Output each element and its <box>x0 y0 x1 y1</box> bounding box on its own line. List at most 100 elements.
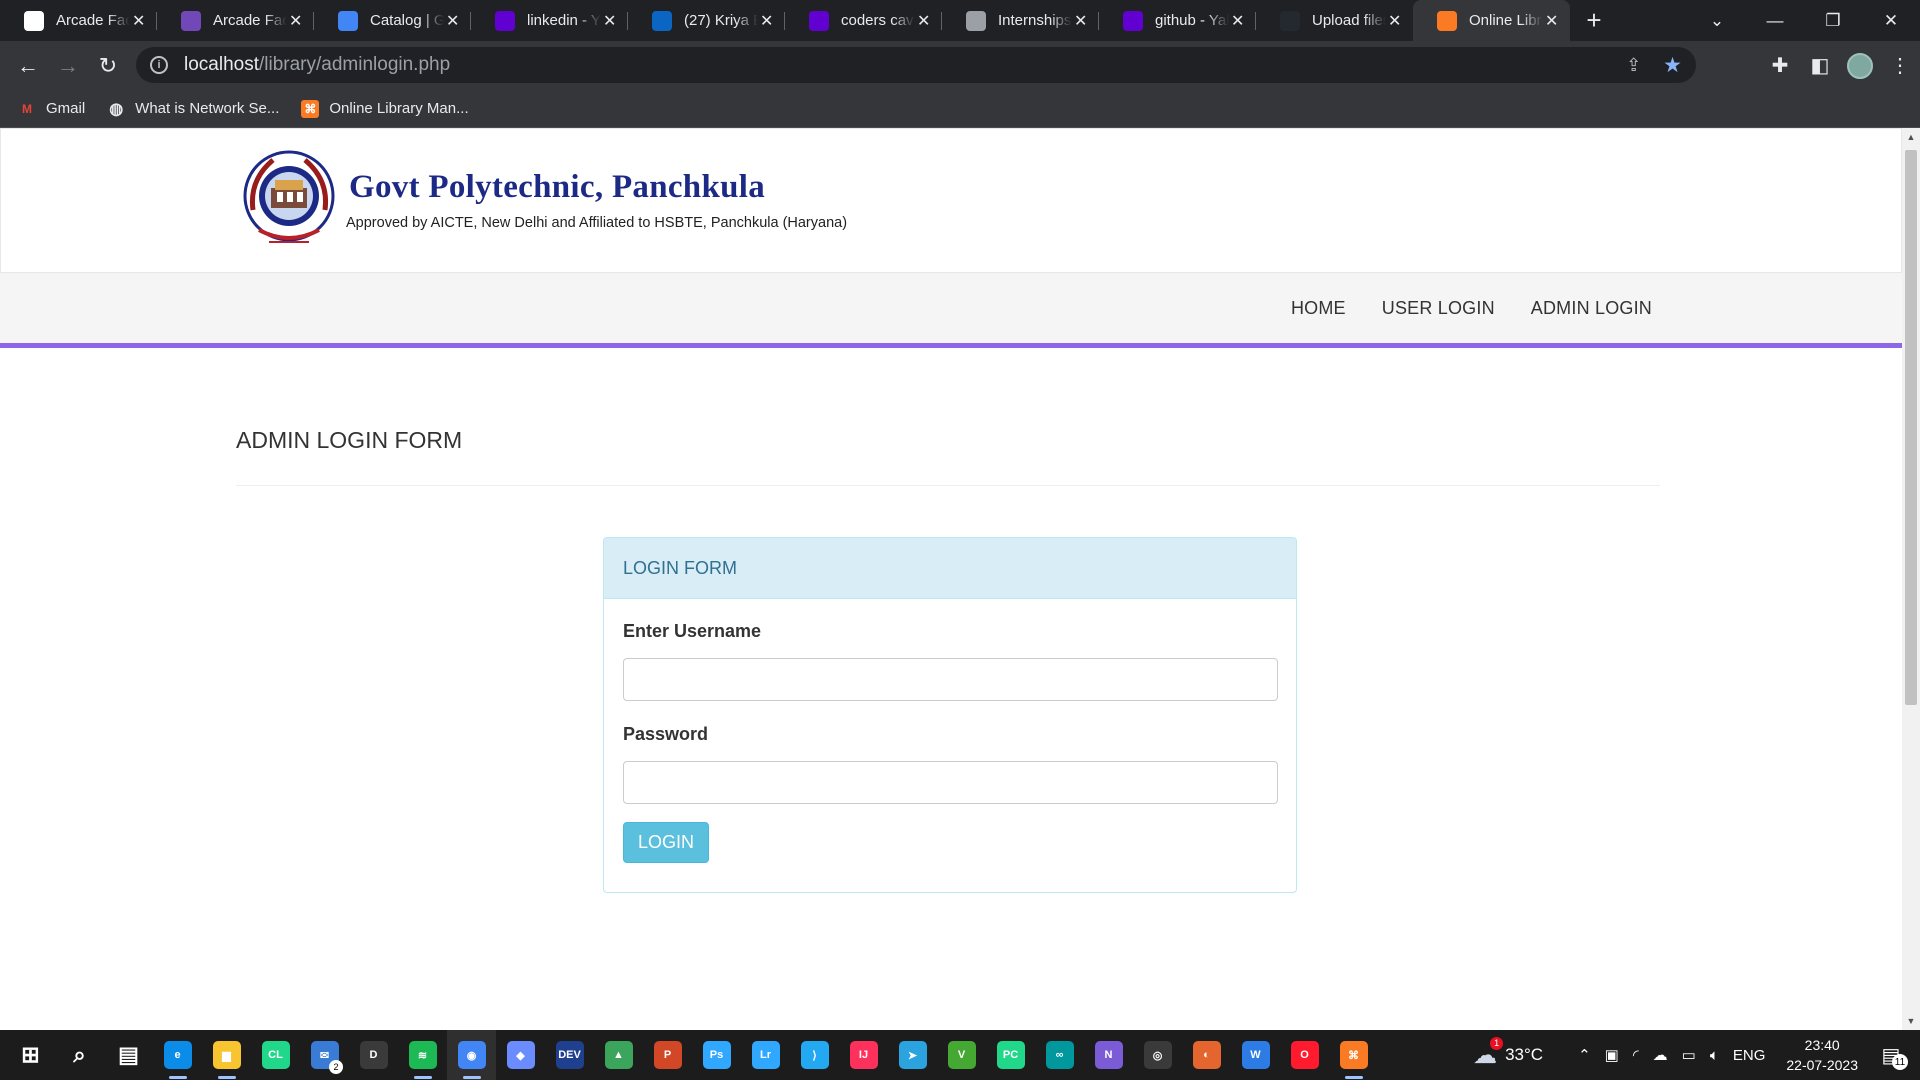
clock[interactable]: 23:40 22-07-2023 <box>1786 1035 1858 1075</box>
browser-tab[interactable]: Internships ✕ <box>942 0 1099 41</box>
restore-button[interactable]: ❐ <box>1804 11 1862 31</box>
nav-admin-login-link[interactable]: ADMIN LOGIN <box>1531 298 1652 319</box>
nav-user-login-link[interactable]: USER LOGIN <box>1382 298 1495 319</box>
address-bar[interactable]: i localhost/library/adminlogin.php ⇪ ★ <box>136 47 1696 83</box>
browser-tab[interactable]: coders cave ✕ <box>785 0 942 41</box>
login-button[interactable]: LOGIN <box>623 822 709 863</box>
taskbar-glyph: ◆ <box>506 1041 535 1069</box>
extensions-icon[interactable]: ✚ <box>1760 53 1800 78</box>
vscode-icon[interactable]: ⟩ <box>790 1030 839 1080</box>
tab-close-icon[interactable]: ✕ <box>287 11 304 31</box>
back-button[interactable]: ← <box>8 46 48 86</box>
edge-icon[interactable]: e <box>153 1030 202 1080</box>
side-panel-icon[interactable]: ◧ <box>1800 53 1840 78</box>
url-text[interactable]: localhost/library/adminlogin.php <box>184 54 450 76</box>
tab-close-icon[interactable]: ✕ <box>1229 11 1246 31</box>
page-scrollbar[interactable]: ▲ ▼ <box>1902 128 1920 1030</box>
vim-icon[interactable]: V <box>937 1030 986 1080</box>
photoshop-icon[interactable]: Ps <box>692 1030 741 1080</box>
tab-close-icon[interactable]: ✕ <box>1543 11 1560 31</box>
search-icon[interactable]: ⌕ <box>55 1030 104 1080</box>
browser-tab-strip: Arcade Faci✕Arcade Faci✕Catalog | Gc✕lin… <box>0 0 1920 41</box>
lightroom-icon[interactable]: Lr <box>741 1030 790 1080</box>
scroll-down-icon[interactable]: ▼ <box>1902 1016 1920 1026</box>
scroll-up-icon[interactable]: ▲ <box>1902 132 1920 142</box>
browser-tab[interactable]: (27) Kriya Bi ✕ <box>628 0 785 41</box>
telegram-icon[interactable]: ➤ <box>888 1030 937 1080</box>
chevron-up-icon[interactable]: ⌃ <box>1578 1046 1591 1064</box>
bookmark-online-library[interactable]: ⌘ Online Library Man... <box>301 99 469 118</box>
opera-icon[interactable]: O <box>1280 1030 1329 1080</box>
username-input[interactable] <box>623 658 1278 701</box>
tab-close-icon[interactable]: ✕ <box>1386 11 1403 31</box>
share-icon[interactable]: ⇪ <box>1626 55 1641 76</box>
volume-icon[interactable]: 🔈︎ <box>1710 1047 1719 1064</box>
browser-tab[interactable]: github - Yah ✕ <box>1099 0 1256 41</box>
weather-widget[interactable]: ☁ 1 33°C <box>1473 1036 1543 1070</box>
powerpoint-icon[interactable]: P <box>643 1030 692 1080</box>
browser-tab[interactable]: Arcade Faci ✕ <box>157 0 314 41</box>
forward-button[interactable]: → <box>48 46 88 86</box>
pycharm-icon[interactable]: PC <box>986 1030 1035 1080</box>
nav-home-link[interactable]: HOME <box>1291 298 1346 319</box>
xampp-icon: ⌘ <box>301 99 320 118</box>
onedrive-icon[interactable]: ☁ <box>1653 1046 1668 1064</box>
menu-icon[interactable]: ⋮ <box>1880 53 1920 78</box>
language-indicator[interactable]: ENG <box>1733 1047 1766 1064</box>
github-desktop-icon[interactable]: ◎ <box>1133 1030 1182 1080</box>
taskbar-glyph: ≋ <box>408 1041 437 1069</box>
tab-title: Arcade Faci <box>56 12 131 29</box>
profile-avatar[interactable] <box>1840 52 1880 79</box>
minimize-button[interactable]: — <box>1746 11 1804 31</box>
file-explorer-icon[interactable]: ▆ <box>202 1030 251 1080</box>
spotify-icon[interactable]: ≋ <box>398 1030 447 1080</box>
intellij-icon[interactable]: IJ <box>839 1030 888 1080</box>
task-view-icon[interactable]: ▤ <box>104 1030 153 1080</box>
tab-close-icon[interactable]: ✕ <box>1072 11 1089 31</box>
tab-search-icon[interactable]: ⌄ <box>1688 11 1746 31</box>
taskbar-glyph: ◎ <box>1143 1041 1172 1069</box>
browser-tab[interactable]: Catalog | Gc✕ <box>314 0 471 41</box>
tab-title: Online Libra <box>1469 12 1544 29</box>
anaconda-icon[interactable]: ▲ <box>594 1030 643 1080</box>
tab-close-icon[interactable]: ✕ <box>758 11 775 31</box>
browser-tab[interactable]: linkedin - Ya ✕ <box>471 0 628 41</box>
onenote-icon[interactable]: N <box>1084 1030 1133 1080</box>
page-title: ADMIN LOGIN FORM <box>236 427 463 453</box>
copilot-icon[interactable]: ◆ <box>496 1030 545 1080</box>
scrollbar-thumb[interactable] <box>1905 150 1917 705</box>
device-icon[interactable]: ▣ <box>1605 1046 1619 1064</box>
dev-icon[interactable]: DEV <box>545 1030 594 1080</box>
college-subtitle: Approved by AICTE, New Delhi and Affilia… <box>346 215 848 231</box>
dell-icon[interactable]: D <box>349 1030 398 1080</box>
windows-start-icon[interactable]: ⊞ <box>6 1030 55 1080</box>
tab-close-icon[interactable]: ✕ <box>444 11 461 31</box>
bookmark-star-icon[interactable]: ★ <box>1663 53 1682 78</box>
arduino-icon[interactable]: ∞ <box>1035 1030 1084 1080</box>
xampp-icon[interactable]: ⌘ <box>1329 1030 1378 1080</box>
browser-tab[interactable]: Online Libra ✕ <box>1413 0 1570 41</box>
chrome-icon[interactable]: ◉ <box>447 1030 496 1080</box>
tab-close-icon[interactable]: ✕ <box>915 11 932 31</box>
mail-icon[interactable]: ✉ 2 <box>300 1030 349 1080</box>
browser-tab[interactable]: Upload files ✕ <box>1256 0 1413 41</box>
new-tab-button[interactable]: + <box>1574 0 1614 41</box>
password-input[interactable] <box>623 761 1278 804</box>
close-window-button[interactable]: ✕ <box>1862 11 1920 31</box>
reload-button[interactable]: ↻ <box>88 46 128 86</box>
wifi-icon[interactable]: ◜ <box>1633 1046 1639 1064</box>
site-info-icon[interactable]: i <box>150 56 168 74</box>
browser-tab[interactable]: Arcade Faci ✕ <box>0 0 157 41</box>
bookmark-network-security[interactable]: ◍ What is Network Se... <box>107 100 279 118</box>
taskbar-glyph: Ps <box>702 1041 731 1069</box>
tab-close-icon[interactable]: ✕ <box>130 11 147 31</box>
wps-icon[interactable]: W <box>1231 1030 1280 1080</box>
notification-center-icon[interactable]: ▤ 11 <box>1876 1040 1908 1070</box>
google-cloud-icon <box>338 10 358 31</box>
bookmark-gmail[interactable]: M Gmail <box>18 100 85 118</box>
clion-icon[interactable]: CL <box>251 1030 300 1080</box>
app-icon[interactable]: ◐ <box>1182 1030 1231 1080</box>
login-panel: LOGIN FORM Enter Username Password LOGIN <box>603 537 1297 893</box>
tab-close-icon[interactable]: ✕ <box>601 11 618 31</box>
battery-icon[interactable]: ▭ <box>1682 1046 1696 1064</box>
